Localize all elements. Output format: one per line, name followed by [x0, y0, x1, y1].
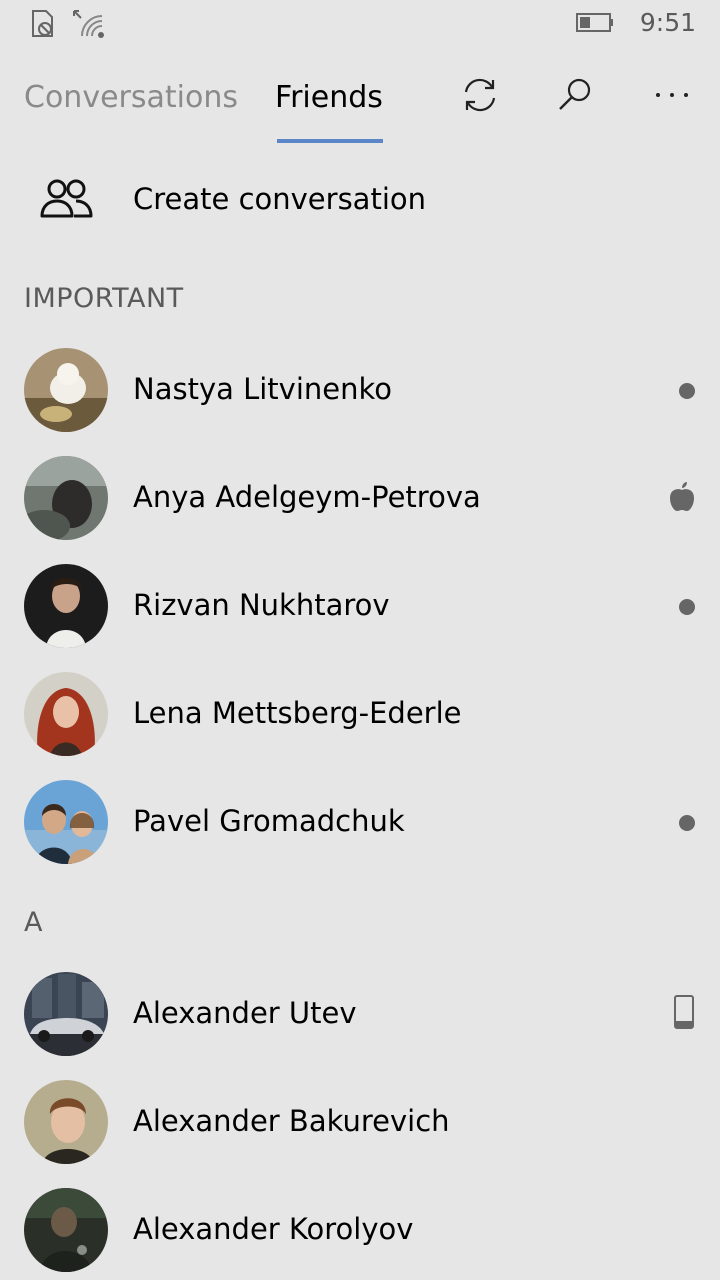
friend-row[interactable]: Pavel Gromadchuk	[0, 774, 720, 870]
search-icon[interactable]	[555, 75, 595, 115]
section-header-a: A	[24, 907, 43, 938]
online-status-dot	[679, 599, 695, 615]
friend-name: Alexander Bakurevich	[133, 1104, 450, 1138]
avatar	[24, 348, 108, 432]
avatar	[24, 564, 108, 648]
avatar	[24, 1080, 108, 1164]
avatar	[24, 1188, 108, 1272]
tab-conversations[interactable]: Conversations	[24, 80, 238, 115]
section-header-important: IMPORTANT	[24, 283, 184, 314]
friend-row[interactable]: Alexander Korolyov	[0, 1182, 720, 1278]
clock: 9:51	[639, 8, 696, 37]
online-status-dot	[679, 383, 695, 399]
friend-name: Nastya Litvinenko	[133, 372, 393, 406]
friend-name: Anya Adelgeym-Petrova	[133, 480, 481, 514]
friend-name: Alexander Korolyov	[133, 1212, 414, 1246]
apple-icon	[670, 482, 694, 511]
create-conversation-button[interactable]: Create conversation	[0, 162, 720, 238]
friend-name: Alexander Utev	[133, 996, 357, 1030]
avatar	[24, 672, 108, 756]
friend-row[interactable]: Nastya Litvinenko	[0, 342, 720, 438]
friend-row[interactable]: Alexander Bakurevich	[0, 1074, 720, 1170]
status-bar: 9:51	[0, 0, 720, 48]
friend-row[interactable]: Rizvan Nukhtarov	[0, 558, 720, 654]
mobile-icon	[674, 995, 694, 1029]
header: Conversations Friends	[0, 60, 720, 150]
refresh-icon[interactable]	[460, 75, 500, 115]
wifi-icon	[73, 10, 104, 38]
avatar	[24, 456, 108, 540]
avatar	[24, 780, 108, 864]
active-tab-indicator	[277, 139, 383, 143]
friend-name: Pavel Gromadchuk	[133, 804, 405, 838]
sim-icon	[32, 10, 53, 37]
friend-name: Rizvan Nukhtarov	[133, 588, 390, 622]
people-icon	[40, 179, 93, 218]
more-icon[interactable]	[652, 75, 692, 115]
create-conversation-label: Create conversation	[133, 182, 427, 216]
friend-row[interactable]: Lena Mettsberg-Ederle	[0, 666, 720, 762]
friend-row[interactable]: Alexander Utev	[0, 966, 720, 1062]
tab-friends[interactable]: Friends	[275, 80, 383, 115]
battery-icon	[576, 13, 613, 32]
friend-name: Lena Mettsberg-Ederle	[133, 696, 462, 730]
friend-row[interactable]: Anya Adelgeym-Petrova	[0, 450, 720, 546]
status-icons	[30, 8, 108, 40]
online-status-dot	[679, 815, 695, 831]
avatar	[24, 972, 108, 1056]
